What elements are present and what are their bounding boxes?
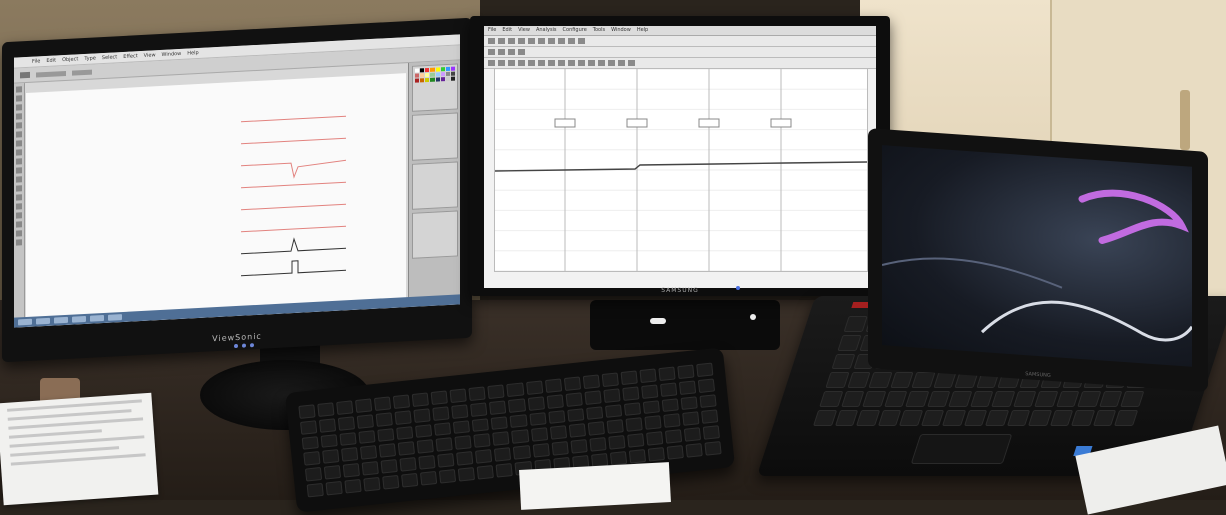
- trace-line: [241, 225, 346, 233]
- recording-trace: [495, 69, 867, 271]
- menu-item[interactable]: Tools: [593, 26, 605, 35]
- trace-line: [241, 237, 346, 255]
- trace-line: [241, 203, 346, 211]
- laptop-lid: SAMSUNG: [868, 128, 1208, 392]
- recording-plot[interactable]: [494, 68, 868, 272]
- traces-figure: [241, 115, 347, 277]
- middle-monitor-stand: [590, 300, 780, 350]
- middle-monitor-brand: SAMSUNG: [661, 287, 699, 294]
- event-label-box: [626, 118, 648, 128]
- menu-item[interactable]: View: [144, 50, 156, 61]
- menu-item[interactable]: Configure: [563, 26, 587, 35]
- power-led-icon: [736, 286, 740, 290]
- middle-monitor: File Edit View Analysis Configure Tools Window…: [470, 16, 890, 296]
- event-label-box: [770, 118, 792, 128]
- menu-item[interactable]: Type: [84, 53, 95, 64]
- transform-panel[interactable]: [412, 210, 458, 259]
- trace-line: [241, 181, 346, 189]
- paper-notes-left: [0, 392, 159, 506]
- wallpaper-swirl-icon: [882, 189, 1192, 342]
- recording-app-menubar: File Edit View Analysis Configure Tools Window…: [484, 26, 876, 36]
- trace-line: [241, 137, 346, 145]
- left-monitor-buttons[interactable]: [234, 343, 254, 349]
- menu-item[interactable]: Help: [637, 26, 648, 35]
- menu-item[interactable]: Object: [62, 54, 78, 65]
- left-monitor-screen: File Edit Object Type Select Effect View Window…: [14, 34, 460, 328]
- illustrator-toolbox[interactable]: [14, 83, 25, 328]
- event-label-box: [554, 118, 576, 128]
- menu-item[interactable]: View: [518, 26, 530, 35]
- trace-line: [241, 115, 346, 123]
- stroke-panel[interactable]: [412, 112, 458, 161]
- middle-monitor-screen: File Edit View Analysis Configure Tools Window…: [484, 26, 876, 288]
- menu-item[interactable]: Window: [611, 26, 631, 35]
- recording-app-toolbar[interactable]: [484, 36, 876, 47]
- trace-line: [241, 260, 346, 277]
- menu-item[interactable]: Edit: [46, 55, 56, 66]
- menu-item[interactable]: Edit: [502, 26, 512, 35]
- menu-item[interactable]: Help: [187, 48, 198, 59]
- menu-item[interactable]: Window: [162, 49, 182, 60]
- menu-item[interactable]: File: [488, 26, 496, 35]
- illustrator-artboard[interactable]: [26, 73, 406, 328]
- laptop-screen: [882, 145, 1192, 367]
- menu-item[interactable]: Effect: [123, 51, 137, 62]
- menu-item[interactable]: Select: [102, 52, 117, 63]
- event-label-box: [698, 118, 720, 128]
- paper-notes-bottom: [519, 462, 671, 510]
- menu-item[interactable]: File: [32, 56, 40, 66]
- menu-item[interactable]: Analysis: [536, 26, 557, 35]
- illustrator-panels[interactable]: [408, 60, 460, 308]
- laptop-touchpad[interactable]: [910, 434, 1013, 464]
- left-monitor: File Edit Object Type Select Effect View Window…: [2, 17, 472, 363]
- cabinet-handle: [1180, 90, 1190, 150]
- swatches-panel[interactable]: [412, 63, 458, 112]
- recording-app-toolbar-2[interactable]: [484, 47, 876, 58]
- layers-panel[interactable]: [412, 161, 458, 210]
- trace-line: [241, 159, 347, 179]
